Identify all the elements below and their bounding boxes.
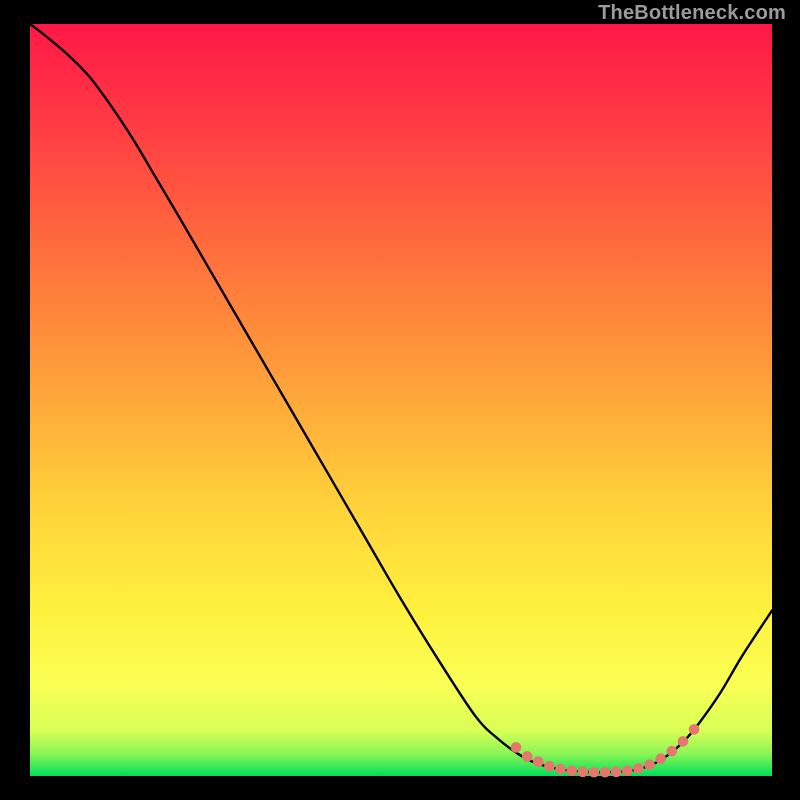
highlight-dot: [633, 763, 644, 774]
highlight-dot: [511, 742, 522, 753]
highlight-dot: [533, 756, 544, 767]
highlight-dot: [566, 765, 577, 776]
highlight-dot: [611, 767, 622, 778]
highlight-dot: [522, 751, 533, 762]
highlight-dot: [667, 746, 678, 757]
highlight-dot: [678, 736, 689, 747]
highlight-dot: [577, 767, 588, 778]
highlight-dot: [689, 724, 700, 735]
highlight-dot: [644, 759, 655, 770]
highlight-dot: [655, 753, 666, 764]
watermark-text: TheBottleneck.com: [598, 2, 786, 25]
highlight-dot: [589, 767, 600, 778]
highlight-dot: [622, 765, 633, 776]
highlight-dot: [600, 767, 611, 778]
highlight-dot: [544, 761, 555, 772]
highlight-dot: [555, 764, 566, 775]
chart-stage: TheBottleneck.com: [0, 0, 800, 800]
bottleneck-chart: [0, 0, 800, 800]
plot-background: [30, 24, 772, 776]
